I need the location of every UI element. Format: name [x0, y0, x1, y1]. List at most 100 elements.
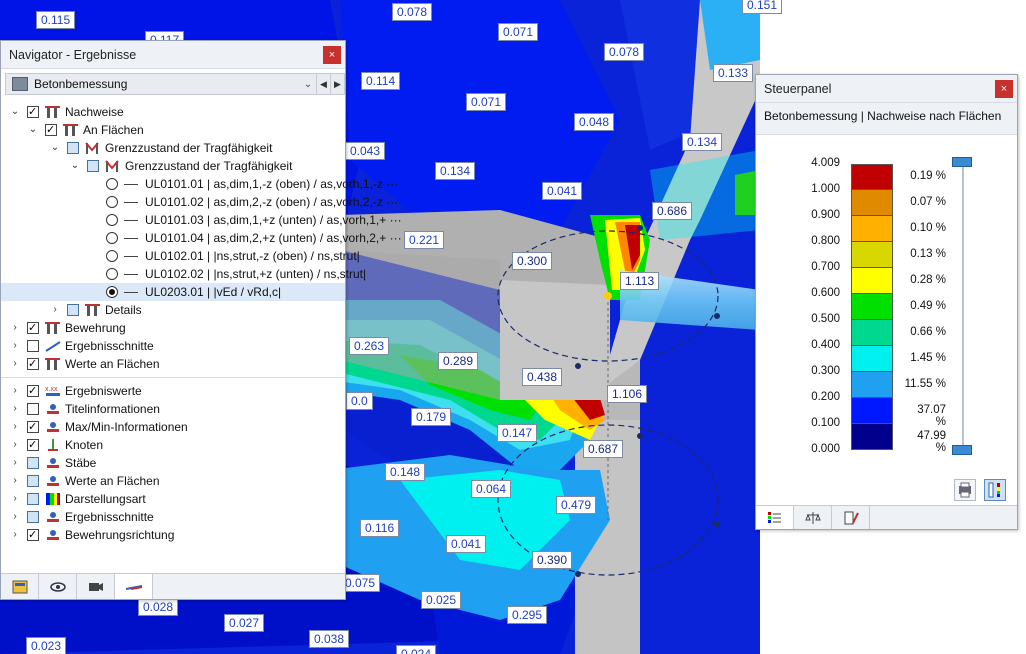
radio-button[interactable] [106, 268, 118, 280]
chevron-down-icon[interactable]: ⌄ [300, 79, 316, 90]
navigator-close-button[interactable]: × [323, 46, 341, 64]
checkbox[interactable] [27, 358, 39, 370]
data-icon [12, 580, 27, 593]
checkbox[interactable] [67, 142, 79, 154]
checkbox[interactable] [27, 421, 39, 433]
tree-item-bewehrung[interactable]: › Bewehrung [1, 319, 345, 337]
checkbox[interactable] [27, 403, 39, 415]
checkbox[interactable] [45, 124, 57, 136]
expand-toggle-icon[interactable]: › [9, 319, 21, 337]
expand-toggle-icon[interactable]: › [49, 301, 61, 319]
tree-item-bewehrungsrichtung[interactable]: › Bewehrungsrichtung [1, 526, 345, 544]
legend-swatch [851, 346, 893, 372]
tree-item-knoten[interactable]: › Knoten [1, 436, 345, 454]
tree-item-ul0101-02[interactable]: UL0101.02 | as,dim,2,-z (oben) / as,vorh… [1, 193, 398, 211]
tree-item-ergebnisschnitte[interactable]: › Ergebnisschnitte [1, 337, 345, 355]
tree-item-details[interactable]: › Details [1, 301, 345, 319]
radio-button[interactable] [106, 232, 118, 244]
tree-item-ul0101-03[interactable]: UL0101.03 | as,dim,1,+z (unten) / as,vor… [1, 211, 402, 229]
tree-item-grenzzustand-sub[interactable]: ⌄ Grenzzustand der Tragfähigkeit [1, 157, 345, 175]
tree-item-maxmin[interactable]: › Max/Min-Informationen [1, 418, 345, 436]
radio-button[interactable] [106, 196, 118, 208]
expand-toggle-icon[interactable]: › [9, 508, 21, 526]
tree-item-ul0101-01[interactable]: UL0101.01 | as,dim,1,-z (oben) / as,vorh… [1, 175, 398, 193]
control-panel-subtitle: Betonbemessung | Nachweise nach Flächen [756, 103, 1017, 135]
tab-display[interactable] [39, 574, 77, 599]
tree-item-ergebnisschnitte-2[interactable]: › Ergebnisschnitte [1, 508, 345, 526]
expand-toggle-icon[interactable]: › [9, 454, 21, 472]
value-label: 0.064 [471, 480, 512, 498]
legend-settings-button[interactable] [954, 479, 976, 501]
next-arrow-icon[interactable]: ▶ [330, 74, 344, 94]
expand-toggle-icon[interactable]: › [9, 436, 21, 454]
tab-legend[interactable] [756, 506, 794, 529]
scale-slider-bottom-handle[interactable] [952, 445, 972, 455]
tree-item-nachweise[interactable]: ⌄ Nachweise [1, 103, 345, 121]
value-label: 0.390 [532, 551, 573, 569]
expand-toggle-icon[interactable]: › [9, 490, 21, 508]
radio-button[interactable] [106, 178, 118, 190]
tab-views[interactable] [77, 574, 115, 599]
value-label: 0.0 [346, 392, 373, 410]
tab-balance[interactable] [794, 506, 832, 529]
navigator-titlebar[interactable]: Navigator - Ergebnisse × [1, 41, 345, 69]
control-panel-titlebar[interactable]: Steuerpanel × [756, 75, 1017, 103]
tree-item-label: Knoten [65, 438, 104, 452]
radio-button[interactable] [106, 214, 118, 226]
expand-toggle-icon[interactable]: › [9, 382, 21, 400]
scale-slider-track[interactable] [962, 161, 964, 453]
checkbox[interactable] [87, 160, 99, 172]
expand-toggle-icon[interactable]: › [9, 400, 21, 418]
checkbox[interactable] [27, 493, 39, 505]
checkbox[interactable] [27, 475, 39, 487]
expand-toggle-icon[interactable]: ⌄ [9, 103, 21, 121]
tree-item-ul0102-01[interactable]: UL0102.01 | |ns,strut,-z (oben) / ns,str… [1, 247, 360, 265]
tab-data[interactable] [1, 574, 39, 599]
result-type-dropdown[interactable]: Betonbemessung ⌄ ◀ ▶ [5, 73, 345, 95]
control-panel-close-button[interactable]: × [995, 80, 1013, 98]
tree-item-ul0203-01[interactable]: UL0203.01 | |vEd / vRd,c| [1, 283, 345, 301]
scale-slider-top-handle[interactable] [952, 157, 972, 167]
color-scale-button[interactable] [984, 479, 1006, 501]
expand-toggle-icon[interactable]: ⌄ [69, 157, 81, 175]
radio-button[interactable] [106, 250, 118, 262]
settings-icon [844, 511, 859, 524]
value-label: 0.263 [349, 337, 390, 355]
tree-item-werte-an-flaechen-2[interactable]: › Werte an Flächen [1, 472, 345, 490]
checkbox[interactable] [27, 106, 39, 118]
expand-toggle-icon[interactable]: › [9, 418, 21, 436]
tree-item-label: Bewehrung [65, 321, 126, 335]
tab-results[interactable] [115, 574, 153, 599]
radio-button[interactable] [106, 286, 118, 298]
expand-toggle-icon[interactable]: › [9, 472, 21, 490]
checkbox[interactable] [27, 511, 39, 523]
tree-item-grenzzustand[interactable]: ⌄ Grenzzustand der Tragfähigkeit [1, 139, 345, 157]
value-label: 0.027 [224, 614, 265, 632]
checkbox[interactable] [67, 304, 79, 316]
checkbox[interactable] [27, 340, 39, 352]
expand-toggle-icon[interactable]: › [9, 355, 21, 373]
checkbox[interactable] [27, 457, 39, 469]
checkbox[interactable] [27, 529, 39, 541]
tree-item-ul0102-02[interactable]: UL0102.02 | |ns,strut,+z (unten) / ns,st… [1, 265, 366, 283]
checkbox[interactable] [27, 385, 39, 397]
previous-arrow-icon[interactable]: ◀ [316, 74, 330, 94]
checkbox[interactable] [27, 439, 39, 451]
tree-item-ergebniswerte[interactable]: › x.xx Ergebniswerte [1, 382, 345, 400]
tree-item-staebe[interactable]: › Stäbe [1, 454, 345, 472]
tree-item-darstellungsart[interactable]: › Darstellungsart [1, 490, 345, 508]
scale-value: 4.009 [811, 157, 840, 169]
expand-toggle-icon[interactable]: ⌄ [49, 139, 61, 157]
expand-toggle-icon[interactable]: ⌄ [27, 121, 39, 139]
tree-item-titelinformationen[interactable]: › Titelinformationen [1, 400, 345, 418]
legend-swatch [851, 294, 893, 320]
tree-item-werte-an-flaechen[interactable]: › Werte an Flächen [1, 355, 345, 373]
tree-item-ul0101-04[interactable]: UL0101.04 | as,dim,2,+z (unten) / as,vor… [1, 229, 402, 247]
legend-percent: 0.66 % [910, 326, 946, 338]
tree-item-an-flaechen[interactable]: ⌄ An Flächen [1, 121, 345, 139]
checkbox[interactable] [27, 322, 39, 334]
expand-toggle-icon[interactable]: › [9, 337, 21, 355]
scale-value: 0.000 [811, 443, 840, 455]
expand-toggle-icon[interactable]: › [9, 526, 21, 544]
tab-settings[interactable] [832, 506, 870, 529]
